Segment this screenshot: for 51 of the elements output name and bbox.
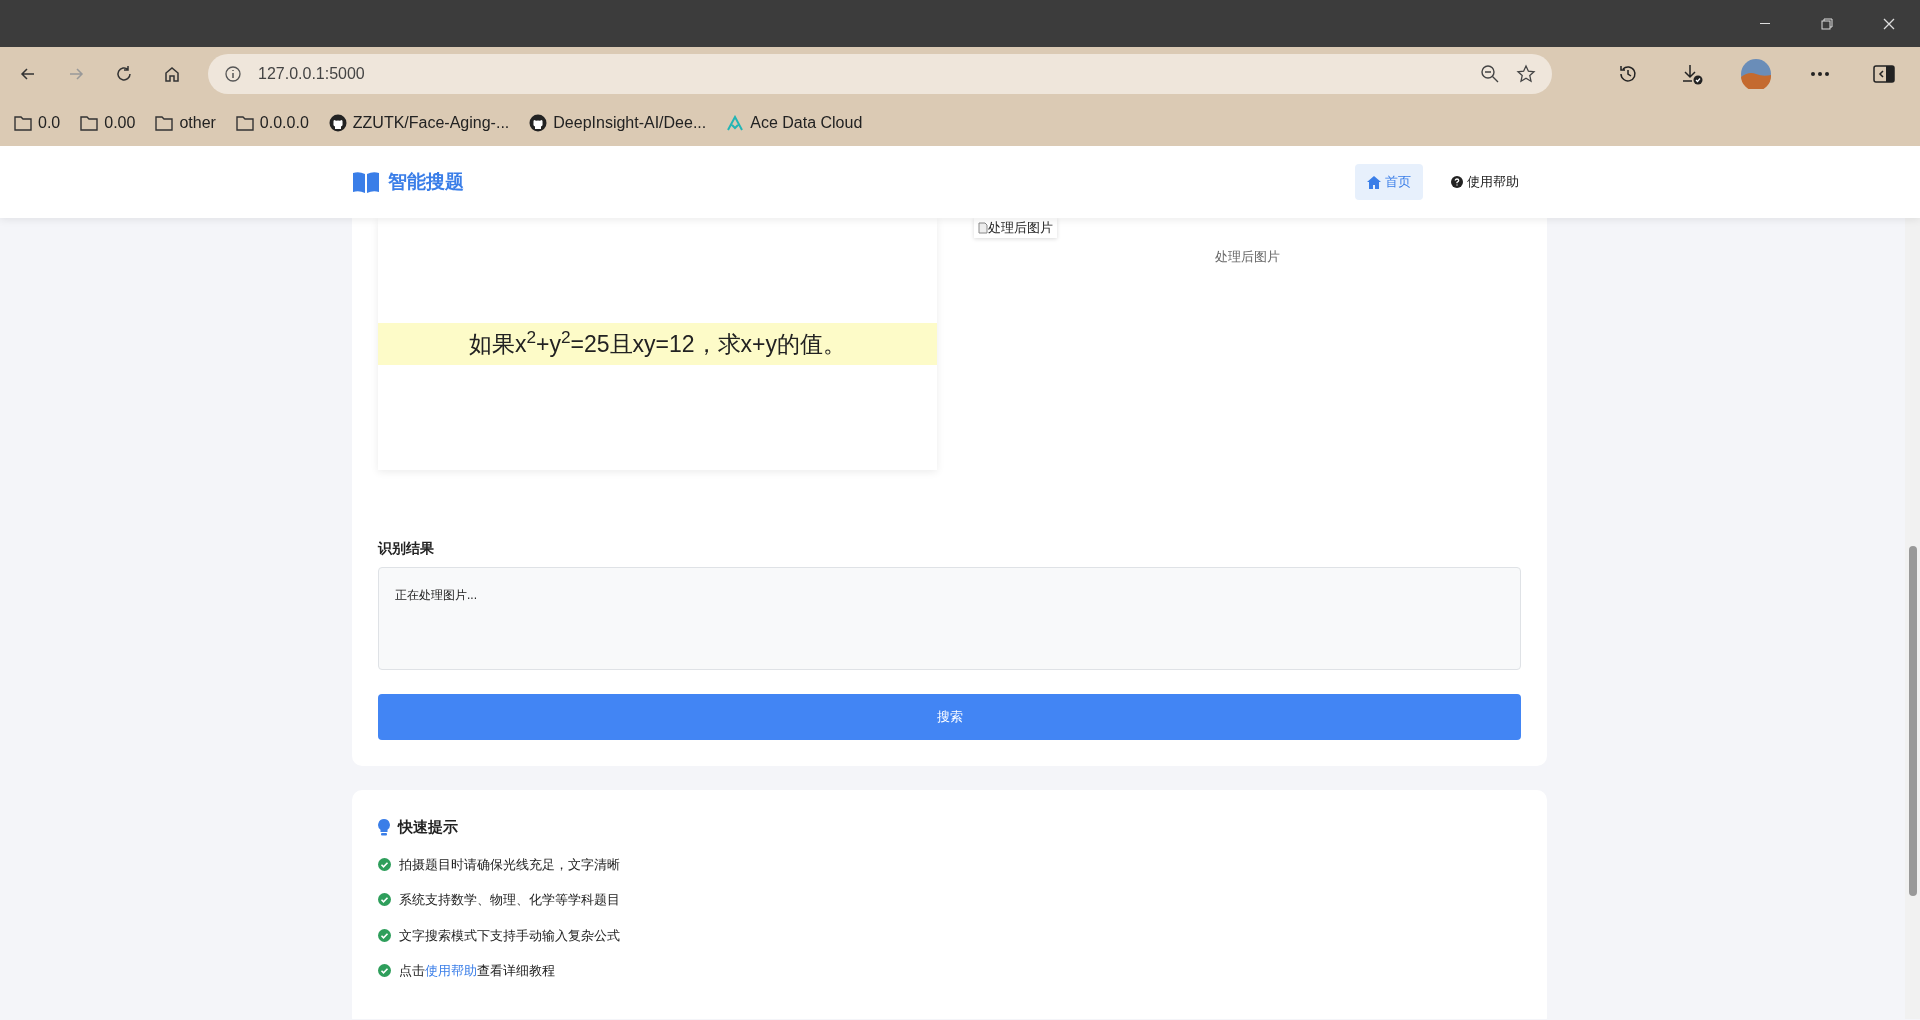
address-bar[interactable]: 127.0.0.1:5000 [208, 53, 1552, 94]
more-icon [1810, 70, 1830, 77]
bookmark[interactable]: other [149, 107, 222, 139]
tip-text: 点击使用帮助查看详细教程 [399, 962, 555, 980]
folder-icon [155, 115, 174, 131]
restore-icon [1819, 15, 1835, 32]
image-alt-text: 处理后图片 [987, 219, 1053, 237]
bookmark[interactable]: Ace Data Cloud [720, 107, 869, 139]
star-icon [1516, 63, 1536, 84]
avatar-icon [1741, 58, 1771, 89]
book-icon [352, 171, 380, 193]
url-text: 127.0.0.1:5000 [258, 63, 366, 84]
check-circle-icon [378, 893, 391, 907]
question-text: 如果x$^{2}$+y$^{2}$=25且xy=12，求x+y的值。 [378, 322, 937, 366]
home-icon [1367, 175, 1381, 189]
lightbulb-icon [378, 818, 390, 836]
nav-link[interactable]: 使用帮助 [1439, 164, 1531, 200]
tip-text: 系统支持数学、物理、化学等学科题目 [399, 891, 620, 909]
result-field[interactable]: 正在处理图片... [378, 567, 1521, 670]
bookmark[interactable]: ZZUTK/Face-Aging-... [322, 107, 516, 139]
folder-icon [14, 115, 32, 131]
image-caption: 处理后图片 [1213, 248, 1281, 267]
help-icon [1451, 176, 1463, 188]
folder-icon [80, 115, 99, 131]
search-button[interactable]: 搜索 [378, 694, 1521, 740]
brand-title: 智能搜题 [388, 169, 464, 194]
zoom-out-icon [1480, 63, 1500, 84]
refresh-icon [115, 64, 133, 83]
tips-title: 快速提示 [398, 817, 458, 837]
check-circle-icon [378, 928, 391, 942]
tip-text: 文字搜索模式下支持手动输入复杂公式 [399, 926, 620, 945]
bookmark[interactable]: 0.0 [8, 107, 67, 139]
nav-link[interactable]: 首页 [1355, 164, 1423, 200]
check-circle-icon [378, 857, 391, 871]
broken-image-icon [977, 221, 988, 234]
github-icon [328, 114, 347, 132]
home-icon [163, 64, 181, 83]
info-icon [224, 64, 242, 83]
cloud-logo-icon [726, 115, 745, 131]
tip-text: 拍摄题目时请确保光线充足，文字清晰 [399, 855, 620, 874]
sidebar-icon [1873, 64, 1895, 83]
folder-icon [235, 115, 254, 131]
github-icon [529, 114, 548, 132]
help-link[interactable]: 使用帮助 [425, 963, 477, 978]
minimize-icon [1760, 23, 1770, 24]
result-label: 识别结果 [378, 539, 435, 558]
bookmark[interactable]: 0.00 [74, 107, 142, 139]
scrollbar-thumb[interactable] [1909, 546, 1917, 896]
check-circle-icon [378, 964, 391, 978]
bookmark[interactable]: DeepInsight-AI/Dee... [523, 107, 713, 139]
bookmark[interactable]: 0.0.0.0 [229, 107, 315, 139]
